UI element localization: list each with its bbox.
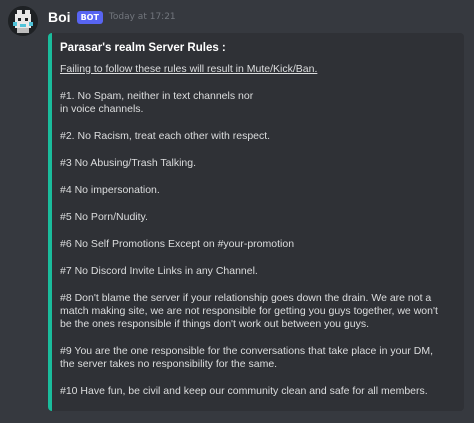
rules-embed: Parasar's realm Server Rules : Failing t…: [48, 33, 464, 411]
embed-color-bar: [48, 33, 52, 411]
rule-item: #8 Don't blame the server if your relati…: [60, 292, 438, 330]
rule-item: #1. No Spam, neither in text channels no…: [60, 90, 254, 115]
message-timestamp[interactable]: Today at 17:21: [109, 12, 176, 22]
rule-item: #4 No impersonation.: [60, 184, 160, 196]
boi-avatar-icon: [8, 6, 38, 36]
rule-item: #2. No Racism, treat each other with res…: [60, 130, 271, 142]
embed-warning: Failing to follow these rules will resul…: [60, 63, 318, 75]
rule-item: #10 Have fun, be civil and keep our comm…: [60, 385, 428, 397]
rule-item: #3 No Abusing/Trash Talking.: [60, 157, 196, 169]
rule-item: #6 No Self Promotions Except on #your-pr…: [60, 238, 295, 250]
rule-item: #9 You are the one responsible for the c…: [60, 345, 433, 370]
bot-badge: BOT: [76, 10, 103, 24]
rule-item: #7 No Discord Invite Links in any Channe…: [60, 265, 258, 277]
user-avatar[interactable]: [8, 6, 38, 36]
username[interactable]: Boi: [48, 9, 71, 25]
rule-item: #5 No Porn/Nudity.: [60, 211, 148, 223]
embed-body: Parasar's realm Server Rules : Failing t…: [60, 41, 456, 412]
message-header: Boi BOT Today at 17:21: [48, 8, 176, 26]
embed-title: Parasar's realm Server Rules :: [60, 42, 226, 54]
